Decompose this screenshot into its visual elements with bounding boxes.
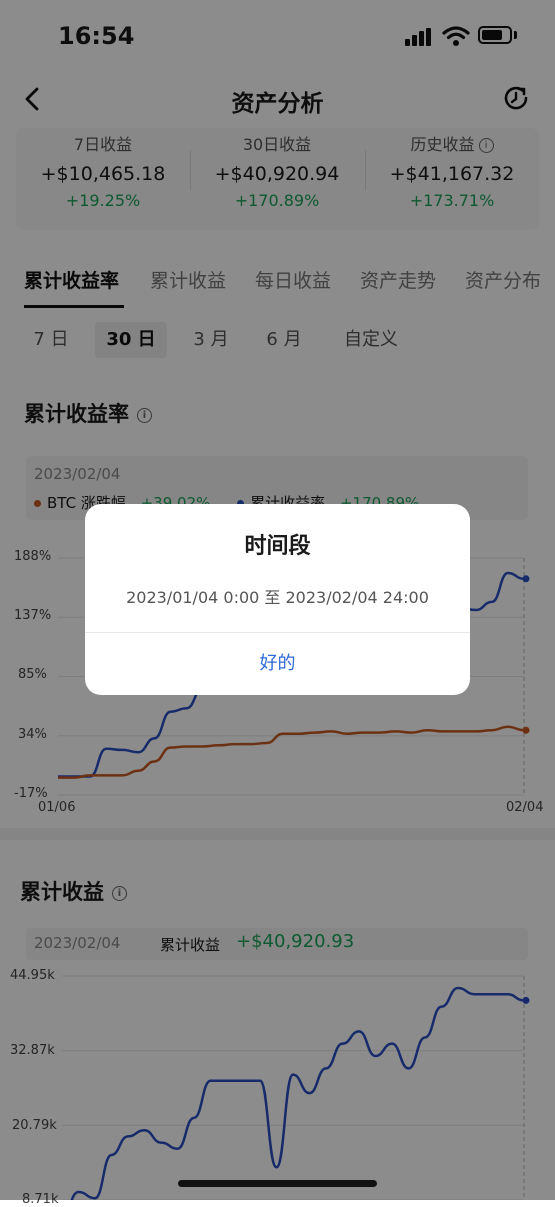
time-range-dialog: 时间段 2023/01/04 0:00 至 2023/02/04 24:00 好… <box>85 504 470 695</box>
dialog-ok-button[interactable]: 好的 <box>85 633 470 695</box>
dialog-title: 时间段 <box>244 534 311 559</box>
dialog-message: 2023/01/04 0:00 至 2023/02/04 24:00 <box>126 588 429 607</box>
home-indicator[interactable] <box>178 1180 377 1187</box>
